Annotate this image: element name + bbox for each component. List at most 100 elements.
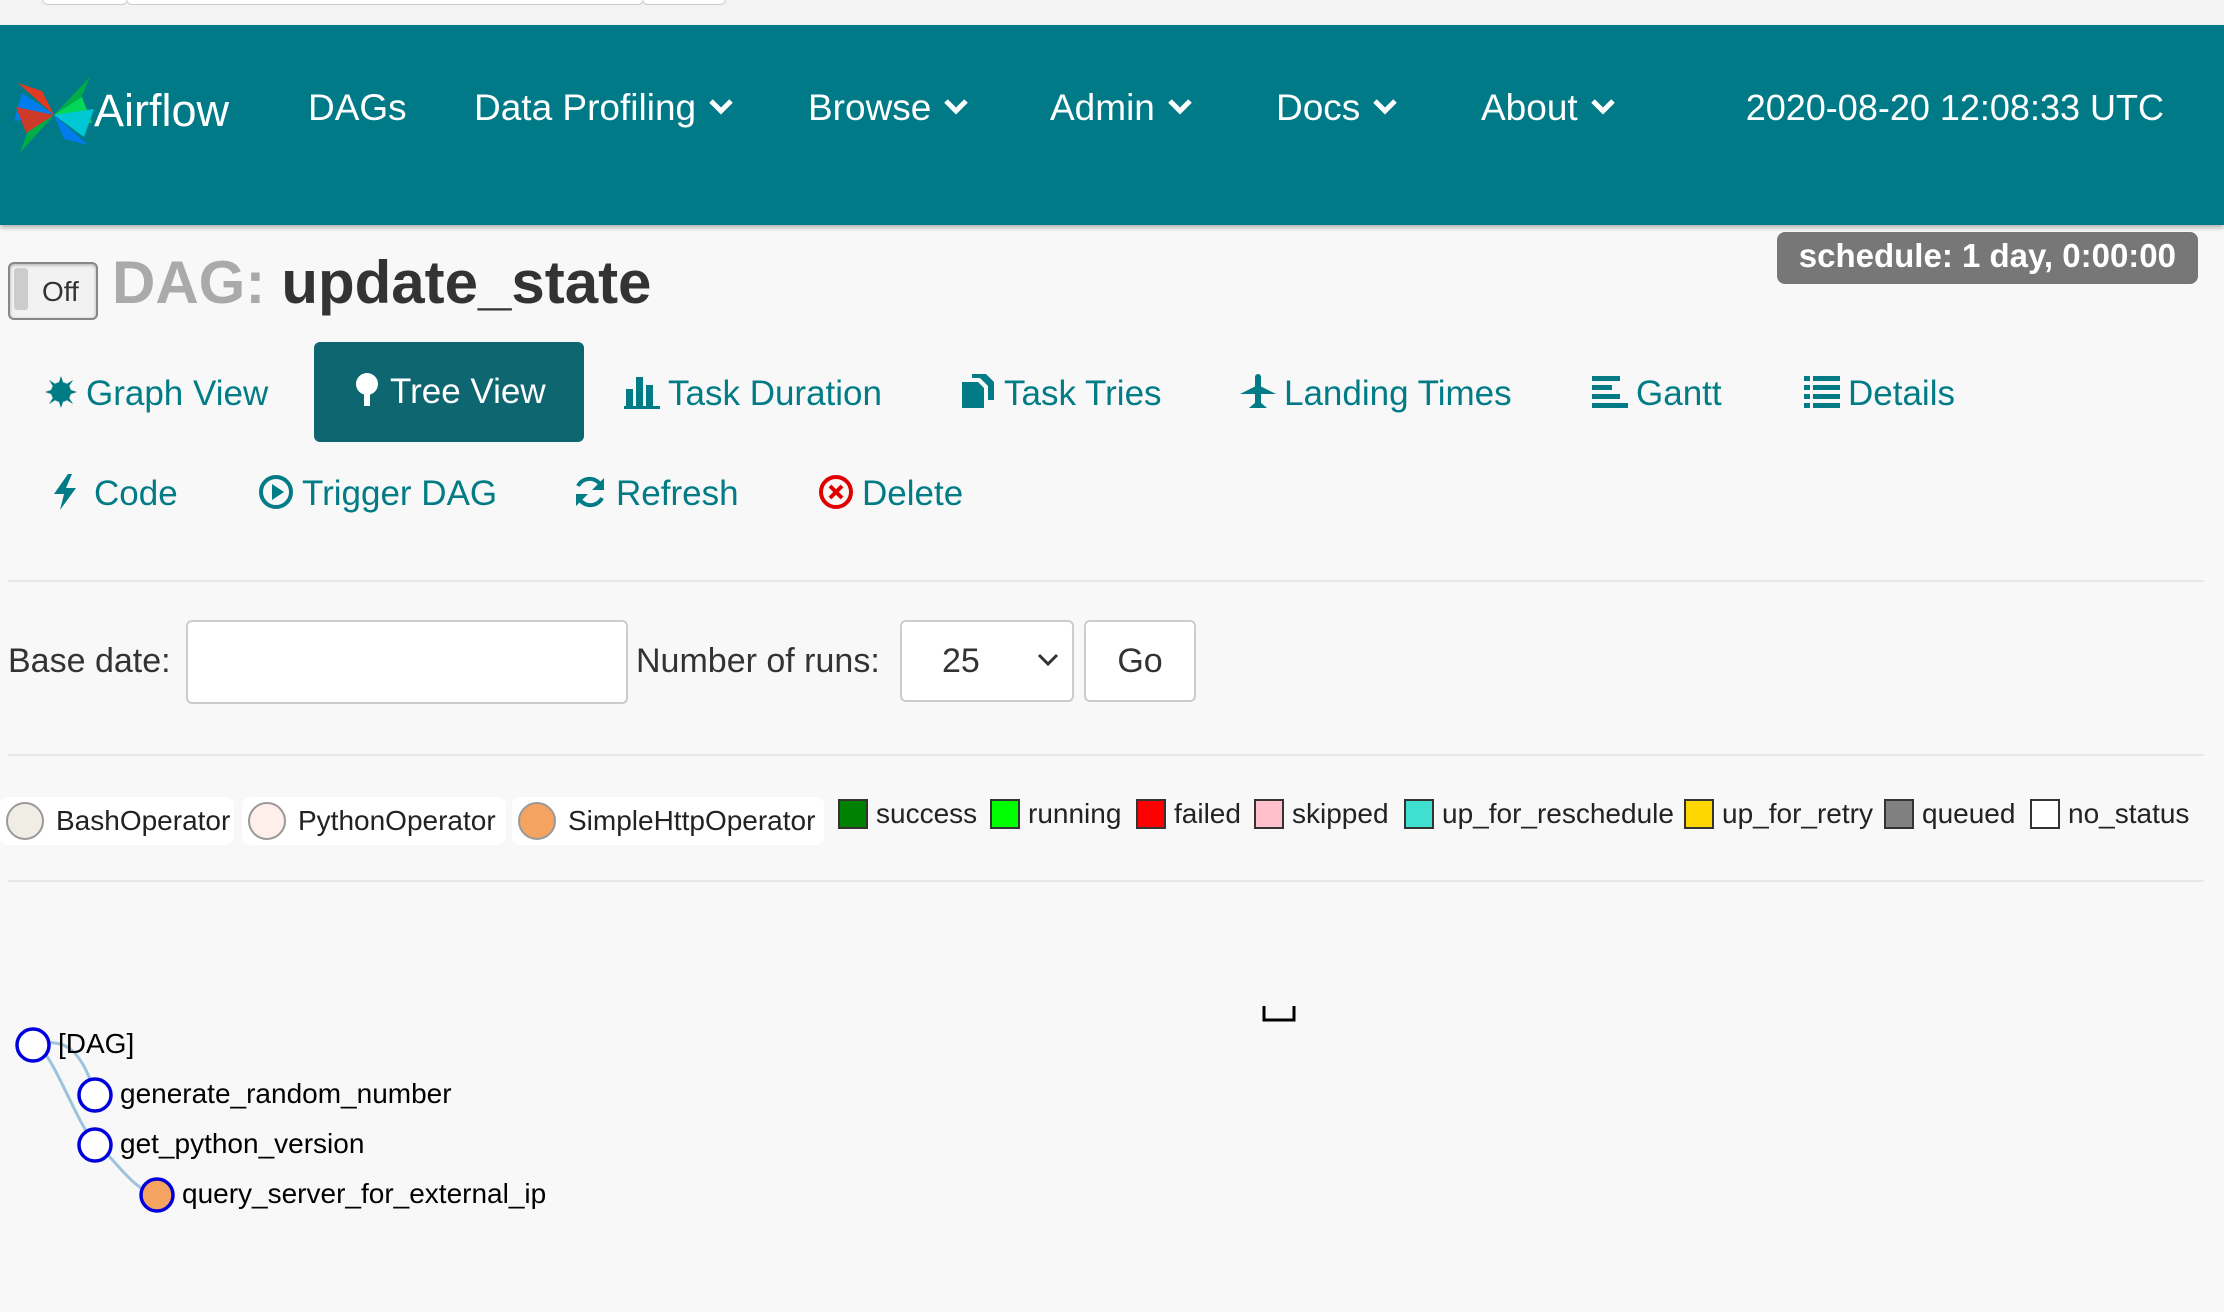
- server-clock: 2020-08-20 12:08:33 UTC: [1745, 87, 2164, 128]
- tree-node-label[interactable]: get_python_version: [120, 1128, 364, 1160]
- state-swatch: [1884, 798, 1914, 829]
- nav-admin[interactable]: Admin: [1050, 87, 1193, 129]
- remove-circle-icon: [819, 474, 853, 509]
- tab-task-duration[interactable]: Task Duration: [624, 344, 882, 444]
- divider: [8, 880, 2204, 882]
- tab-label: Refresh: [616, 474, 739, 513]
- dag-title-prefix: DAG:: [112, 249, 266, 316]
- strip-tab: [642, 0, 726, 5]
- divider: [8, 754, 2204, 756]
- tab-gantt[interactable]: Gantt: [1592, 344, 1722, 444]
- tab-label: Gantt: [1636, 374, 1722, 413]
- divider: [8, 580, 2204, 582]
- nav-about[interactable]: About: [1481, 87, 1616, 129]
- tab-landing-times[interactable]: Landing Times: [1240, 344, 1512, 444]
- tab-label: Task Tries: [1004, 374, 1162, 413]
- tab-code[interactable]: Code: [52, 444, 178, 544]
- play-circle-icon: [259, 474, 293, 509]
- strip-tab: [42, 0, 128, 5]
- base-date-input[interactable]: [186, 620, 628, 704]
- tab-label: Delete: [862, 474, 964, 513]
- chevron-down-icon: [1168, 99, 1192, 115]
- brand-name[interactable]: Airflow: [94, 85, 229, 137]
- legend-python-operator: PythonOperator: [242, 797, 506, 845]
- duplicate-icon: [962, 373, 994, 408]
- go-button[interactable]: Go: [1084, 620, 1196, 702]
- tree-node-label[interactable]: generate_random_number: [120, 1078, 452, 1110]
- tab-label: Trigger DAG: [302, 474, 498, 513]
- nav-docs-label: Docs: [1276, 87, 1361, 128]
- state-swatch: [1136, 798, 1166, 829]
- legend-state-up-for-retry: up_for_retry: [1684, 798, 1873, 830]
- base-date-label: Base date:: [8, 642, 171, 680]
- dag-pause-toggle[interactable]: Off: [8, 262, 98, 320]
- legend-state-running: running: [990, 798, 1121, 830]
- tab-label: Graph View: [86, 374, 269, 413]
- toggle-knob: [14, 268, 28, 310]
- page-title: DAG: update_state: [112, 248, 651, 317]
- tab-label: Tree View: [390, 372, 546, 411]
- nav-dags[interactable]: DAGs: [308, 87, 407, 129]
- tree-node-label[interactable]: query_server_for_external_ip: [182, 1178, 546, 1210]
- legend-bash-operator: BashOperator: [0, 797, 234, 845]
- nav-browse[interactable]: Browse: [808, 87, 969, 129]
- refresh-button[interactable]: Refresh: [572, 444, 739, 544]
- tree-node-label[interactable]: [DAG]: [58, 1028, 134, 1060]
- tab-task-tries[interactable]: Task Tries: [960, 344, 1162, 444]
- nav-about-label: About: [1481, 87, 1578, 128]
- chevron-down-icon: [1590, 99, 1615, 115]
- operator-color-swatch: [6, 801, 44, 840]
- tab-details[interactable]: Details: [1804, 344, 1955, 444]
- flash-icon: [54, 473, 76, 510]
- tree-node-dag[interactable]: [14, 1026, 52, 1064]
- legend-simplehttp-operator: SimpleHttpOperator: [512, 797, 824, 845]
- trigger-dag-button[interactable]: Trigger DAG: [258, 444, 497, 544]
- state-swatch: [838, 798, 868, 829]
- tab-tree-view[interactable]: Tree View: [314, 342, 584, 442]
- nav-docs[interactable]: Docs: [1276, 87, 1398, 129]
- legend-state-no-status: no_status: [2030, 798, 2189, 830]
- list-icon: [1804, 375, 1840, 408]
- nav-data-profiling-label: Data Profiling: [474, 87, 697, 128]
- tree-node-query-server-for-external-ip[interactable]: [138, 1176, 176, 1214]
- legend-state-up-for-reschedule: up_for_reschedule: [1404, 798, 1674, 830]
- plane-icon: [1240, 373, 1276, 408]
- nav-browse-label: Browse: [808, 87, 932, 128]
- nav-admin-label: Admin: [1050, 87, 1155, 128]
- state-swatch: [1404, 798, 1434, 829]
- chevron-down-icon: [944, 99, 969, 115]
- tab-label: Code: [94, 474, 178, 513]
- state-name: up_for_reschedule: [1442, 798, 1674, 829]
- state-name: no_status: [2068, 798, 2190, 829]
- tree-node-get-python-version[interactable]: [76, 1126, 114, 1164]
- asterisk-icon: [45, 375, 77, 408]
- airflow-logo-icon[interactable]: [12, 73, 96, 157]
- operator-name: SimpleHttpOperator: [568, 805, 816, 836]
- state-name: skipped: [1292, 798, 1389, 829]
- tree-icon: [356, 372, 378, 406]
- legend-state-queued: queued: [1884, 798, 2015, 830]
- operator-color-swatch: [518, 801, 556, 840]
- state-name: running: [1028, 798, 1122, 829]
- legend-state-skipped: skipped: [1254, 798, 1389, 830]
- delete-dag-button[interactable]: Delete: [818, 444, 963, 544]
- operator-name: BashOperator: [56, 805, 231, 836]
- state-swatch: [2030, 798, 2060, 829]
- runs-selected-value: 25: [942, 642, 980, 680]
- chevron-down-icon: [709, 99, 733, 115]
- nav-dags-label: DAGs: [308, 87, 407, 128]
- dag-name: update_state: [281, 249, 652, 316]
- legend-state-failed: failed: [1136, 798, 1241, 830]
- brush-handle-icon[interactable]: [1262, 1004, 1298, 1024]
- nav-data-profiling[interactable]: Data Profiling: [474, 87, 734, 129]
- state-name: success: [876, 798, 978, 829]
- strip-tab: [126, 0, 644, 5]
- align-left-icon: [1592, 375, 1628, 408]
- navbar: Airflow DAGs Data Profiling Browse Admin…: [0, 25, 2224, 225]
- state-swatch: [1684, 798, 1714, 829]
- bar-chart-icon: [624, 376, 660, 409]
- tree-node-generate-random-number[interactable]: [76, 1076, 114, 1114]
- tab-label: Landing Times: [1284, 374, 1512, 413]
- number-of-runs-select[interactable]: 25: [900, 620, 1074, 702]
- tab-graph-view[interactable]: Graph View: [44, 344, 268, 444]
